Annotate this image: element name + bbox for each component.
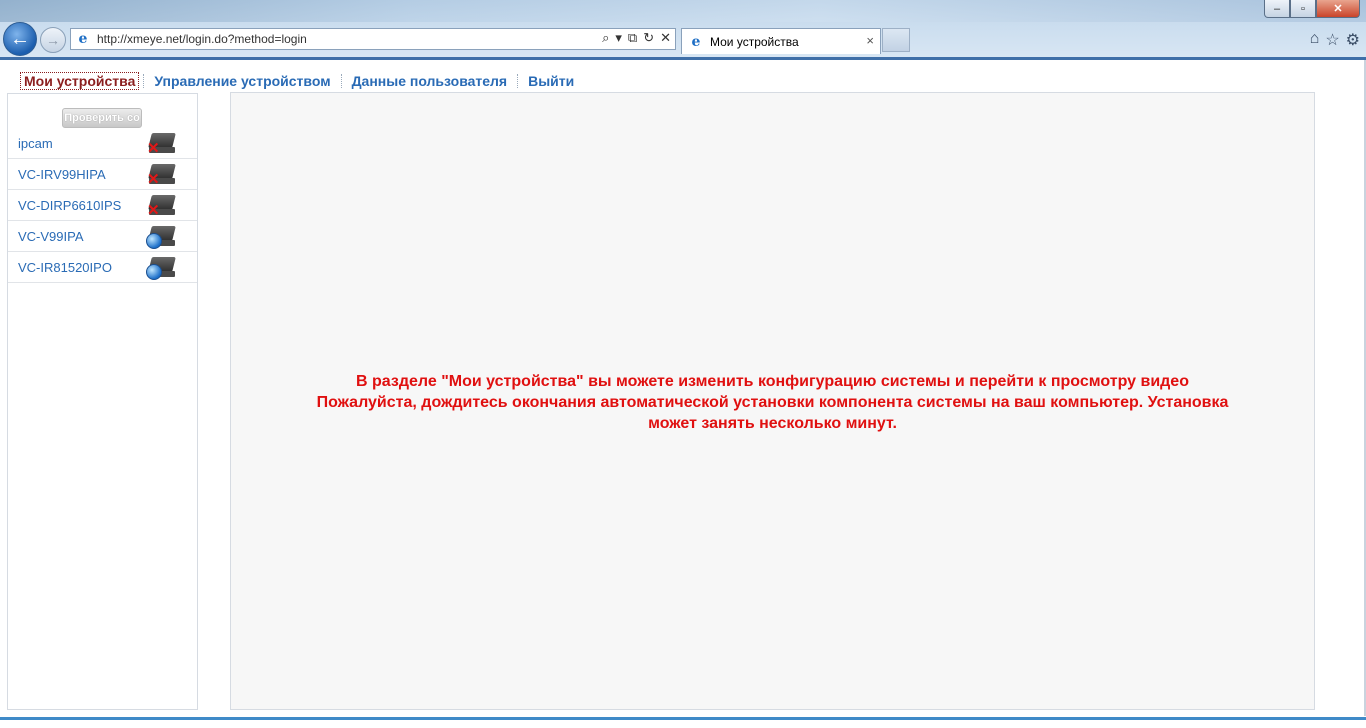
compatibility-view-icon[interactable]: ⧉ xyxy=(628,30,637,46)
device-item-vc-ir81520ipo[interactable]: VC-IR81520IPO xyxy=(8,252,197,283)
maximize-button[interactable]: ▫ xyxy=(1290,0,1316,18)
minimize-button[interactable]: – xyxy=(1264,0,1290,18)
device-name[interactable]: VC-IRV99HIPA xyxy=(18,167,106,182)
device-name[interactable]: VC-DIRP6610IPS xyxy=(18,198,121,213)
device-online-icon xyxy=(146,254,177,280)
device-item-ipcam[interactable]: ipcam ✕ xyxy=(8,128,197,159)
stop-icon[interactable]: ✕ xyxy=(660,30,671,46)
back-button[interactable]: ← xyxy=(3,22,37,56)
new-tab-button[interactable] xyxy=(882,28,910,52)
nav-separator xyxy=(517,74,519,88)
search-icon[interactable]: ⌕ xyxy=(602,30,609,46)
device-sidebar: Проверить со ipcam ✕ VC-IRV99HIPA ✕ VC-D… xyxy=(7,93,198,710)
ie-page-icon: e xyxy=(78,31,88,47)
message-line: может занять несколько минут. xyxy=(648,415,897,432)
device-item-vc-dirp6610ips[interactable]: VC-DIRP6610IPS ✕ xyxy=(8,190,197,221)
address-tools: ⌕ ▾ ⧉ ↻ ✕ xyxy=(602,30,671,46)
close-window-button[interactable]: ✕ xyxy=(1316,0,1360,18)
check-status-button[interactable]: Проверить со xyxy=(62,108,142,128)
address-bar[interactable]: e http://xmeye.net/login.do?method=login… xyxy=(70,28,676,50)
device-name[interactable]: VC-IR81520IPO xyxy=(18,260,112,275)
url-text[interactable]: http://xmeye.net/login.do?method=login xyxy=(97,32,307,46)
home-icon[interactable]: ⌂ xyxy=(1310,30,1320,50)
title-bar xyxy=(0,0,1366,22)
message-line: Пожалуйста, дождитесь окончания автомати… xyxy=(316,394,1229,411)
refresh-icon[interactable]: ↻ xyxy=(643,30,654,46)
chevron-down-icon[interactable]: ▾ xyxy=(615,30,622,46)
back-arrow-icon: ← xyxy=(10,27,30,50)
nav-my-devices[interactable]: Мои устройства xyxy=(20,72,140,90)
ie-tab-icon: e xyxy=(691,33,701,50)
window-controls: – ▫ ✕ xyxy=(1264,0,1360,18)
device-offline-icon: ✕ xyxy=(147,192,177,218)
gear-icon[interactable]: ⚙ xyxy=(1346,30,1360,50)
nav-user-data[interactable]: Данные пользователя xyxy=(346,73,514,89)
star-icon[interactable]: ☆ xyxy=(1325,30,1339,50)
device-list: ipcam ✕ VC-IRV99HIPA ✕ VC-DIRP6610IPS ✕ … xyxy=(8,128,197,283)
browser-tab[interactable]: e Мои устройства × xyxy=(681,28,881,54)
nav-separator xyxy=(340,74,342,88)
forward-arrow-icon: → xyxy=(46,32,60,48)
browser-chrome: – ▫ ✕ ← → e http://xmeye.net/login.do?me… xyxy=(0,0,1366,60)
device-online-icon xyxy=(146,223,177,249)
info-message: В разделе "Мои устройства" вы можете изм… xyxy=(231,371,1314,434)
tab-title: Мои устройства xyxy=(710,34,799,49)
device-name[interactable]: ipcam xyxy=(18,136,53,151)
tab-close-icon[interactable]: × xyxy=(866,33,874,48)
nav-device-management[interactable]: Управление устройством xyxy=(148,73,336,89)
chrome-divider xyxy=(0,57,1366,60)
nav-separator xyxy=(143,74,145,88)
device-item-vc-v99ipa[interactable]: VC-V99IPA xyxy=(8,221,197,252)
main-content-panel: В разделе "Мои устройства" вы можете изм… xyxy=(230,92,1315,710)
device-offline-icon: ✕ xyxy=(147,161,177,187)
device-name[interactable]: VC-V99IPA xyxy=(18,229,84,244)
device-offline-icon: ✕ xyxy=(147,130,177,156)
bottom-border xyxy=(0,717,1366,720)
top-navigation: Мои устройства Управление устройством Да… xyxy=(20,72,580,90)
browser-tools: ⌂ ☆ ⚙ xyxy=(1310,30,1360,50)
forward-button[interactable]: → xyxy=(40,27,66,53)
nav-logout[interactable]: Выйти xyxy=(522,73,580,89)
device-item-vc-irv99hipa[interactable]: VC-IRV99HIPA ✕ xyxy=(8,159,197,190)
message-line: В разделе "Мои устройства" вы можете изм… xyxy=(356,373,1189,390)
